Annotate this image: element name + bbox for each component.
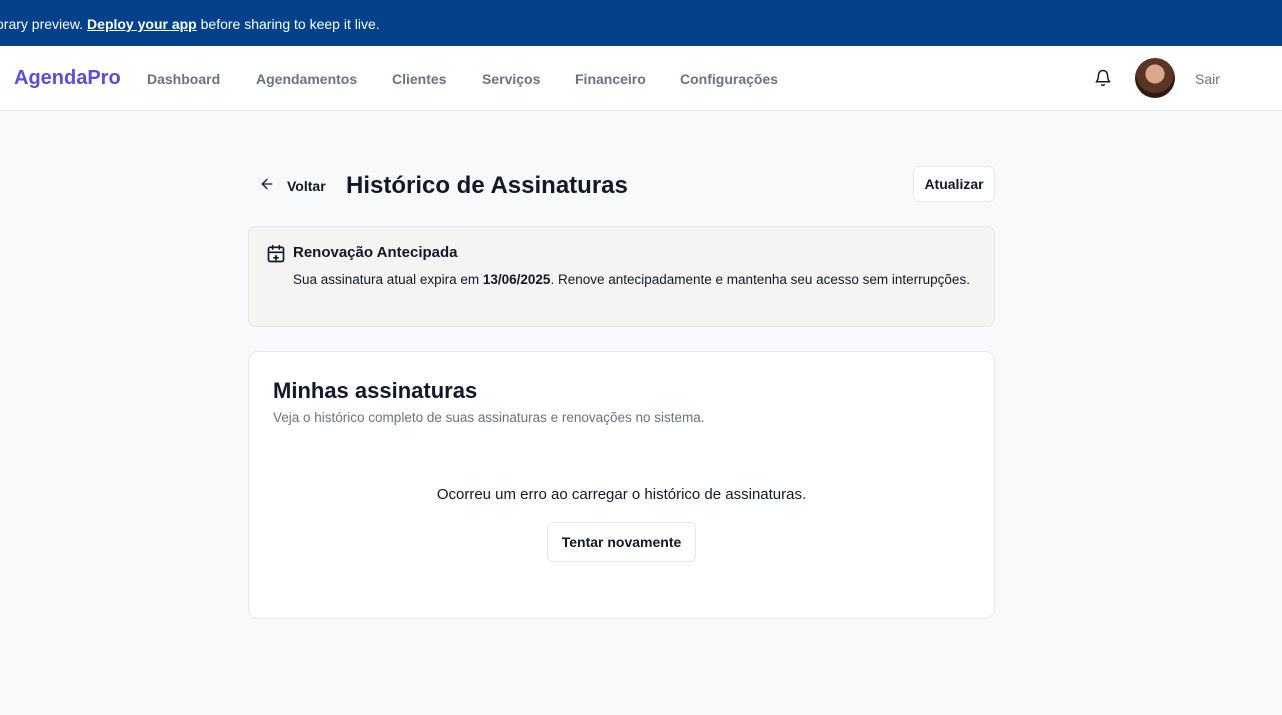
app-logo[interactable]: AgendaPro xyxy=(14,67,121,90)
alert-title: Renovação Antecipada xyxy=(293,244,458,261)
nav-item-dashboard[interactable]: Dashboard xyxy=(147,71,220,87)
back-button[interactable]: Voltar xyxy=(259,176,326,195)
alert-text-prefix: Sua assinatura atual expira em xyxy=(293,272,483,287)
deploy-app-link[interactable]: Deploy your app xyxy=(87,16,197,32)
card-subtitle: Veja o histórico completo de suas assina… xyxy=(273,410,705,425)
expiration-date: 13/06/2025 xyxy=(482,272,551,287)
nav-item-configuracoes[interactable]: Configurações xyxy=(680,71,778,87)
card-title: Minhas assinaturas xyxy=(273,378,478,403)
page-title: Histórico de Assinaturas xyxy=(346,172,628,199)
calendar-plus-icon xyxy=(266,244,286,264)
bell-icon[interactable] xyxy=(1094,69,1112,87)
back-label: Voltar xyxy=(287,177,326,194)
nav-item-servicos[interactable]: Serviços xyxy=(482,71,540,87)
subscriptions-card: Minhas assinaturas Veja o histórico comp… xyxy=(248,351,995,619)
banner-text-suffix: before sharing to keep it live. xyxy=(196,16,380,32)
banner-text-prefix: orary preview. xyxy=(0,16,88,32)
top-navbar: AgendaPro Dashboard Agendamentos Cliente… xyxy=(0,46,1282,111)
error-message: Ocorreu um erro ao carregar o histórico … xyxy=(436,486,807,503)
retry-button[interactable]: Tentar novamente xyxy=(547,522,696,562)
preview-banner: orary preview. Deploy your app before sh… xyxy=(0,0,1282,46)
nav-item-clientes[interactable]: Clientes xyxy=(392,71,446,87)
alert-text-suffix: . Renove antecipadamente e mantenha seu … xyxy=(550,272,970,287)
refresh-button[interactable]: Atualizar xyxy=(913,166,995,202)
arrow-left-icon xyxy=(259,176,275,195)
nav-item-agendamentos[interactable]: Agendamentos xyxy=(256,71,357,87)
avatar[interactable] xyxy=(1135,58,1175,98)
alert-text: Sua assinatura atual expira em 13/06/202… xyxy=(293,272,970,287)
logout-button[interactable]: Sair xyxy=(1195,71,1220,87)
renewal-alert: Renovação Antecipada Sua assinatura atua… xyxy=(248,226,995,327)
nav-item-financeiro[interactable]: Financeiro xyxy=(575,71,646,87)
